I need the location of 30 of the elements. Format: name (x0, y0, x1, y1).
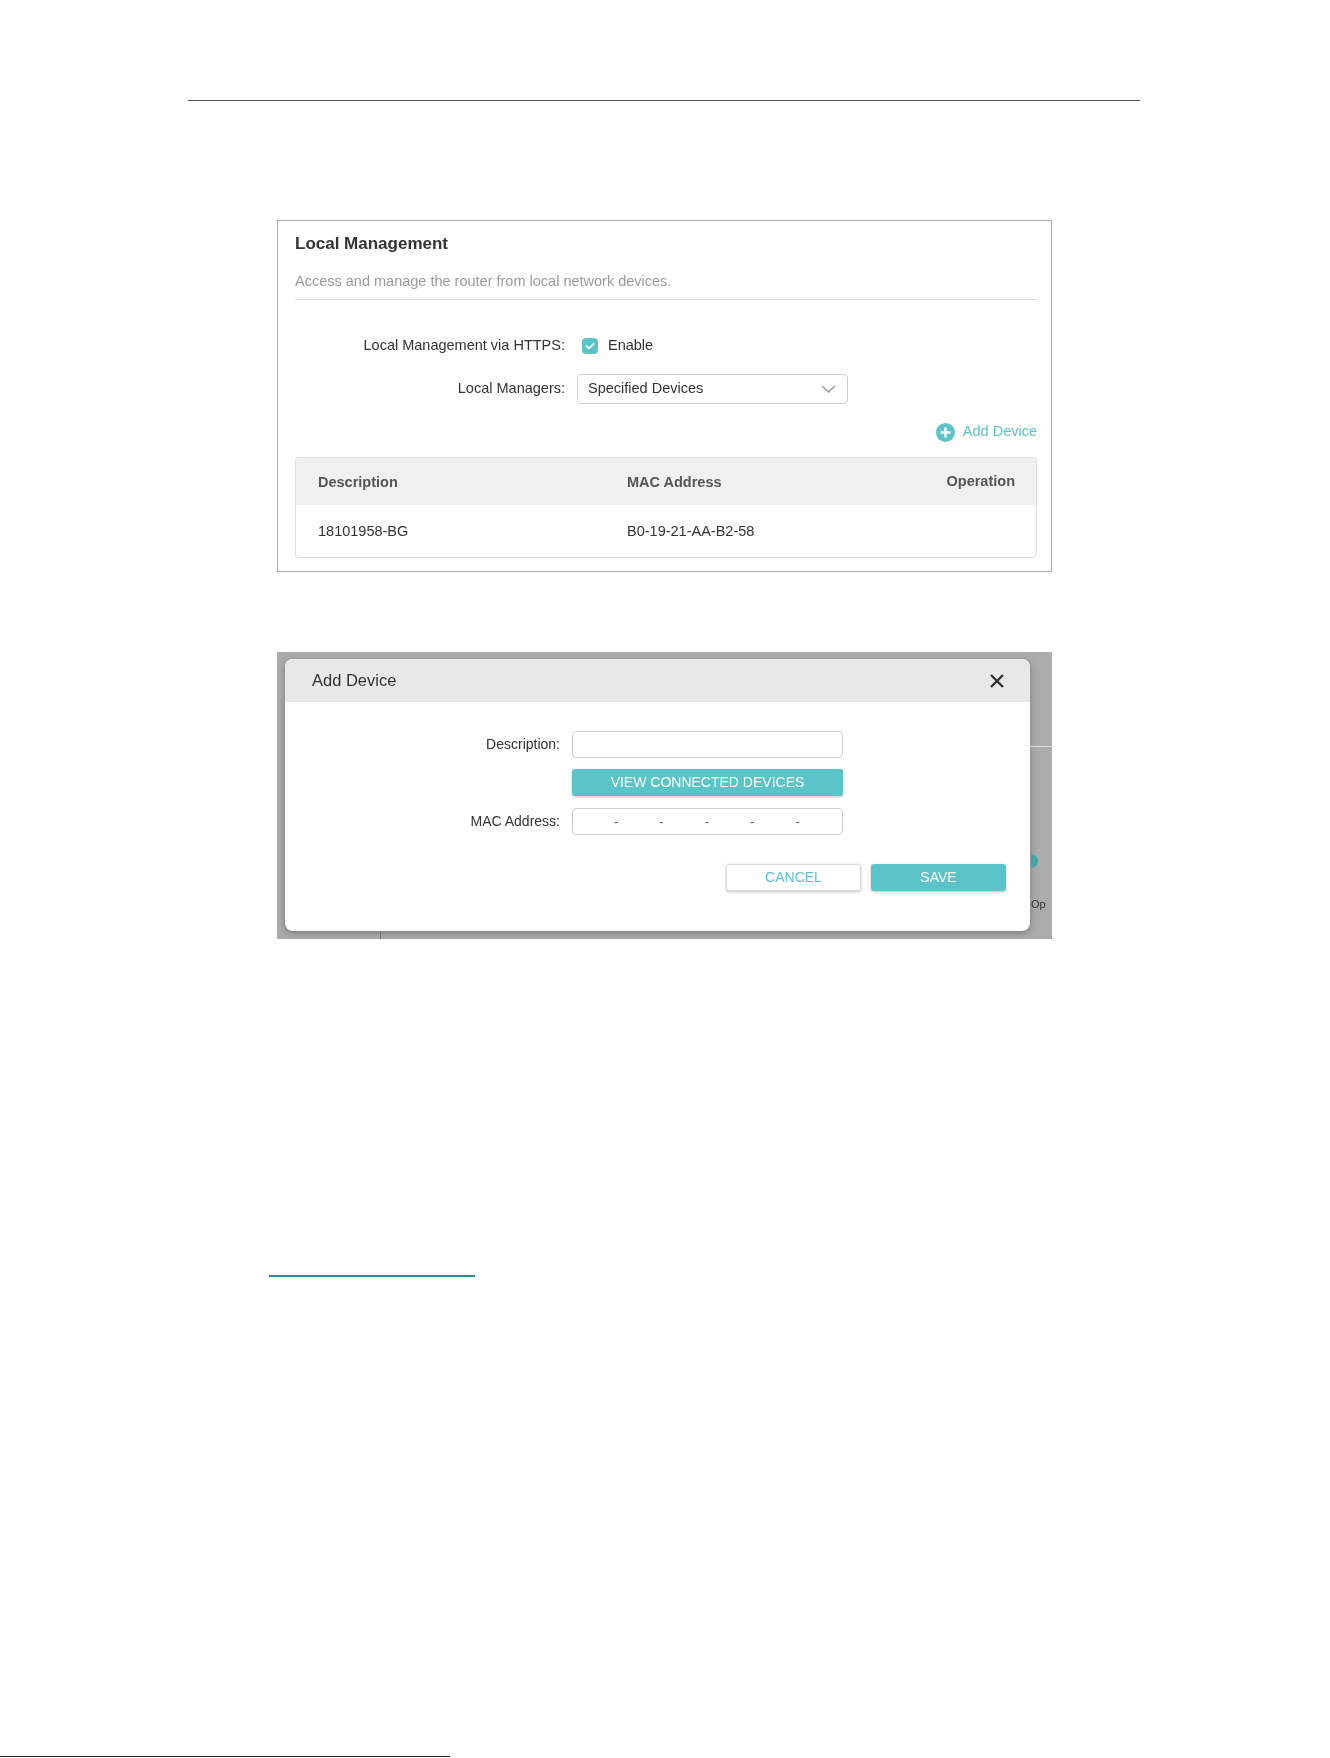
column-header: Description (318, 473, 398, 490)
column-header: Operation (946, 471, 1015, 491)
mac-separator: - (704, 815, 710, 828)
managers-label: Local Managers: (457, 379, 565, 399)
mac-separator: - (614, 815, 619, 828)
checkbox-label: Enable (608, 336, 654, 356)
add-device-button[interactable]: Add Device (935, 420, 1037, 444)
mac-address-input[interactable]: - - - - - (572, 808, 843, 835)
mac-separator: - (659, 815, 664, 828)
plus-circle-icon (935, 422, 955, 442)
mac-separator: - (795, 815, 800, 828)
column-header: MAC Address (627, 473, 722, 490)
view-connected-devices-button[interactable]: VIEW CONNECTED DEVICES (572, 769, 843, 796)
table-cell: B0-19-21-AA-B2-58 (627, 523, 755, 539)
table-cell: 18101958-BG (318, 523, 409, 539)
background-text: Op (1031, 897, 1046, 912)
mac-separator: - (750, 815, 755, 828)
checked-checkbox[interactable] (582, 338, 598, 354)
cancel-button[interactable]: CANCEL (726, 864, 861, 891)
description-input[interactable] (572, 731, 843, 758)
field-label: MAC Address: (470, 812, 560, 831)
https-label: Local Management via HTTPS: (363, 336, 565, 356)
dialog-title: Add Device (312, 670, 397, 692)
managers-dropdown[interactable]: Specified Devices (577, 374, 848, 404)
chevron-down-icon (821, 385, 836, 393)
save-button[interactable]: SAVE (871, 864, 1006, 891)
close-icon[interactable] (990, 673, 1004, 688)
field-label: Description: (486, 735, 560, 754)
section-description: Access and manage the router from local network devices. (295, 272, 672, 291)
section-title: Local Management (295, 233, 449, 255)
